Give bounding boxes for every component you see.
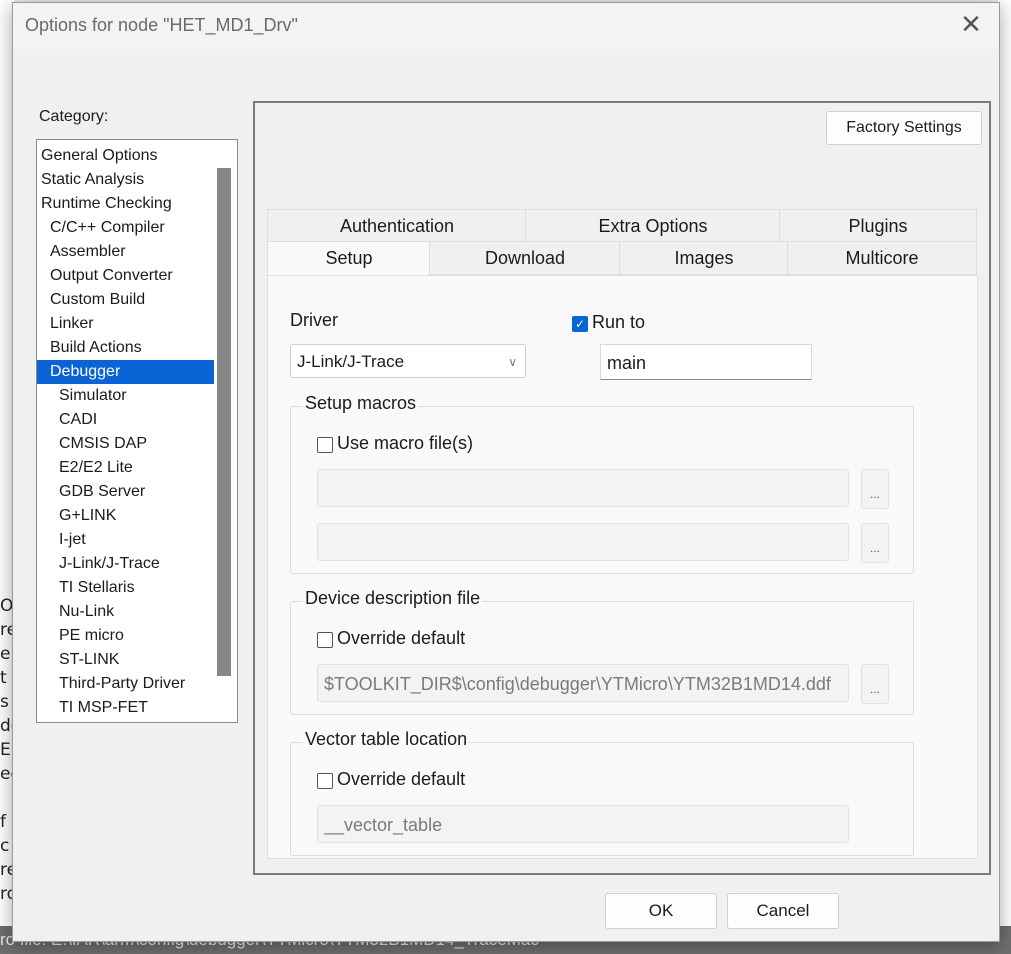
tab-images[interactable]: Images — [619, 241, 789, 275]
tab-download[interactable]: Download — [429, 241, 621, 275]
factory-settings-button[interactable]: Factory Settings — [826, 111, 982, 145]
tab-authentication[interactable]: Authentication — [267, 209, 527, 243]
options-dialog: Options for node "HET_MD1_Drv" ✕ Categor… — [12, 2, 1000, 942]
category-item-simulator[interactable]: Simulator — [37, 384, 127, 408]
category-label: Category: — [39, 108, 109, 125]
category-item-i-jet[interactable]: I-jet — [37, 528, 86, 552]
category-item-custom-build[interactable]: Custom Build — [37, 288, 145, 312]
category-item-ti-msp-fet[interactable]: TI MSP-FET — [37, 696, 148, 720]
device-browse-button[interactable]: ... — [861, 664, 889, 704]
category-item-debugger[interactable]: Debugger — [37, 360, 214, 384]
run-to-checkbox[interactable]: ✓ — [572, 316, 588, 332]
category-item-j-link-j-trace[interactable]: J-Link/J-Trace — [37, 552, 160, 576]
chevron-down-icon: ∨ — [508, 355, 517, 369]
vector-table-title: Vector table location — [303, 729, 470, 750]
category-item-e2-e2-lite[interactable]: E2/E2 Lite — [37, 456, 133, 480]
macro-file-field-1[interactable] — [317, 469, 849, 507]
category-item-g-link[interactable]: G+LINK — [37, 504, 116, 528]
category-item-ti-stellaris[interactable]: TI Stellaris — [37, 576, 135, 600]
use-macro-label: Use macro file(s) — [337, 433, 474, 453]
setup-macros-title: Setup macros — [303, 393, 419, 414]
category-item-c-c-compiler[interactable]: C/C++ Compiler — [37, 216, 165, 240]
tab-setup[interactable]: Setup — [267, 241, 431, 278]
vector-table-group: Vector table location Override default _… — [290, 729, 914, 856]
category-item-build-actions[interactable]: Build Actions — [37, 336, 142, 360]
category-item-linker[interactable]: Linker — [37, 312, 94, 336]
run-to-label: Run to — [592, 312, 646, 332]
device-override-label: Override default — [337, 628, 466, 648]
dialog-title: Options for node "HET_MD1_Drv" — [25, 15, 298, 35]
category-item-pe-micro[interactable]: PE micro — [37, 624, 124, 648]
options-panel: Factory Settings Authentication Extra Op… — [253, 101, 991, 875]
category-item-runtime-checking[interactable]: Runtime Checking — [37, 192, 172, 216]
close-icon[interactable]: ✕ — [957, 11, 985, 39]
macro-browse-button-2[interactable]: ... — [861, 523, 889, 563]
device-description-path[interactable]: $TOOLKIT_DIR$\config\debugger\YTMicro\YT… — [317, 664, 849, 702]
category-item-third-party-driver[interactable]: Third-Party Driver — [37, 672, 185, 696]
macro-browse-button-1[interactable]: ... — [861, 469, 889, 509]
tab-multicore[interactable]: Multicore — [787, 241, 977, 275]
device-override-checkbox[interactable] — [317, 632, 333, 648]
vector-override-label: Override default — [337, 769, 466, 789]
category-scrollbar-thumb[interactable] — [217, 168, 231, 676]
category-item-general-options[interactable]: General Options — [37, 144, 158, 168]
device-description-group: Device description file Override default… — [290, 588, 914, 715]
category-item-nu-link[interactable]: Nu-Link — [37, 600, 114, 624]
driver-label: Driver — [290, 310, 338, 330]
macro-file-field-2[interactable] — [317, 523, 849, 561]
cancel-button[interactable]: Cancel — [727, 893, 839, 929]
category-item-cadi[interactable]: CADI — [37, 408, 97, 432]
category-item-static-analysis[interactable]: Static Analysis — [37, 168, 144, 192]
ok-button[interactable]: OK — [605, 893, 717, 929]
device-description-title: Device description file — [303, 588, 483, 609]
driver-select-value: J-Link/J-Trace — [297, 352, 405, 371]
setup-macros-group: Setup macros Use macro file(s) ... ... — [290, 393, 914, 574]
category-item-st-link[interactable]: ST-LINK — [37, 648, 119, 672]
category-item-output-converter[interactable]: Output Converter — [37, 264, 173, 288]
setup-tab-body: Driver J-Link/J-Trace ∨ ✓ Run to main Se… — [267, 275, 978, 859]
tab-extra-options[interactable]: Extra Options — [525, 209, 781, 243]
category-item-cmsis-dap[interactable]: CMSIS DAP — [37, 432, 147, 456]
tab-plugins[interactable]: Plugins — [779, 209, 977, 243]
dialog-titlebar: Options for node "HET_MD1_Drv" ✕ — [13, 3, 999, 49]
category-item-assembler[interactable]: Assembler — [37, 240, 126, 264]
vector-override-checkbox[interactable] — [317, 773, 333, 789]
category-item-gdb-server[interactable]: GDB Server — [37, 480, 145, 504]
use-macro-checkbox[interactable] — [317, 437, 333, 453]
vector-table-field[interactable]: __vector_table — [317, 805, 849, 843]
category-list[interactable]: General Options Static Analysis Runtime Ch… — [36, 139, 238, 723]
driver-select[interactable]: J-Link/J-Trace ∨ — [290, 344, 526, 378]
run-to-input[interactable]: main — [600, 344, 812, 380]
